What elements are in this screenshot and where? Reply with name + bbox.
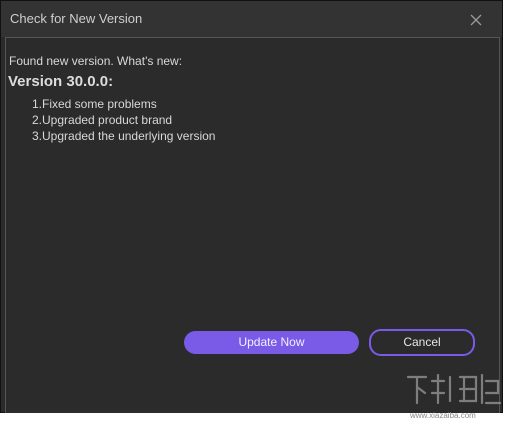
intro-text: Found new version. What's new: xyxy=(9,54,183,68)
release-note-item: 2.Upgraded product brand xyxy=(32,113,173,127)
release-note-item: 3.Upgraded the underlying version xyxy=(32,129,216,143)
update-now-button[interactable]: Update Now xyxy=(184,331,359,354)
cancel-button[interactable]: Cancel xyxy=(369,329,475,356)
close-button[interactable] xyxy=(465,9,487,31)
version-heading: Version 30.0.0: xyxy=(8,73,114,90)
release-notes-list: 1.Fixed some problems 2.Upgraded product… xyxy=(32,96,215,144)
update-dialog: Check for New Version Found new version.… xyxy=(0,0,503,413)
watermark-url: www.xiazaiba.com xyxy=(410,411,476,420)
release-note-item: 1.Fixed some problems xyxy=(32,97,157,111)
close-icon xyxy=(470,14,482,26)
release-notes-panel: Found new version. What's new: Version 3… xyxy=(5,37,500,413)
dialog-title: Check for New Version xyxy=(10,11,143,26)
titlebar: Check for New Version xyxy=(1,1,502,37)
